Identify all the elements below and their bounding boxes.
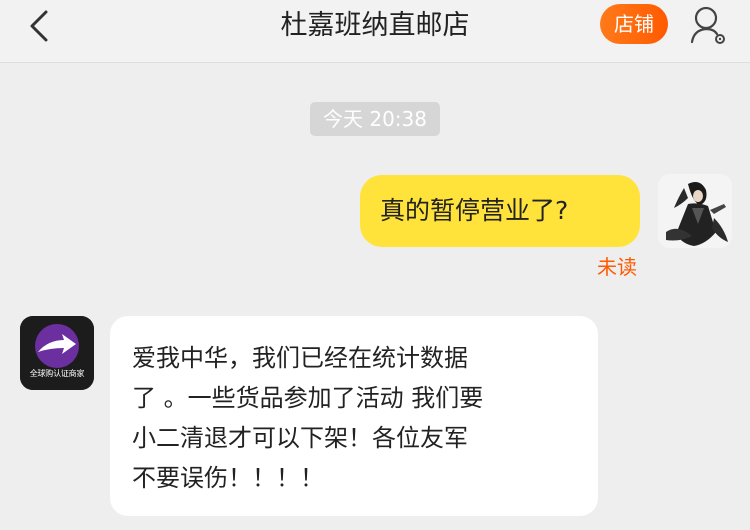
chat-header: 杜嘉班纳直邮店 店铺 <box>0 0 750 63</box>
user-avatar-illustration <box>658 174 732 248</box>
unread-status: 未读 <box>597 255 637 279</box>
outgoing-message-bubble[interactable]: 真的暂停营业了? <box>360 175 640 247</box>
message-line: 爱我中华，我们已经在统计数据 <box>132 344 468 372</box>
message-timestamp: 今天 20:38 <box>310 102 440 136</box>
shop-avatar[interactable]: 全球购认证商家 <box>20 316 94 390</box>
incoming-message-bubble[interactable]: 爱我中华，我们已经在统计数据 了 。一些货品参加了活动 我们要 小二清退才可以下… <box>110 316 598 516</box>
message-line: 了 。一些货品参加了活动 我们要 <box>132 384 484 412</box>
user-avatar[interactable] <box>658 174 732 248</box>
shop-button[interactable]: 店铺 <box>600 4 668 44</box>
message-line: 不要误伤！！！！ <box>132 464 324 492</box>
user-settings-icon[interactable] <box>688 4 728 46</box>
shop-avatar-caption: 全球购认证商家 <box>29 369 85 378</box>
message-line: 小二清退才可以下架！各位友军 <box>132 424 468 452</box>
